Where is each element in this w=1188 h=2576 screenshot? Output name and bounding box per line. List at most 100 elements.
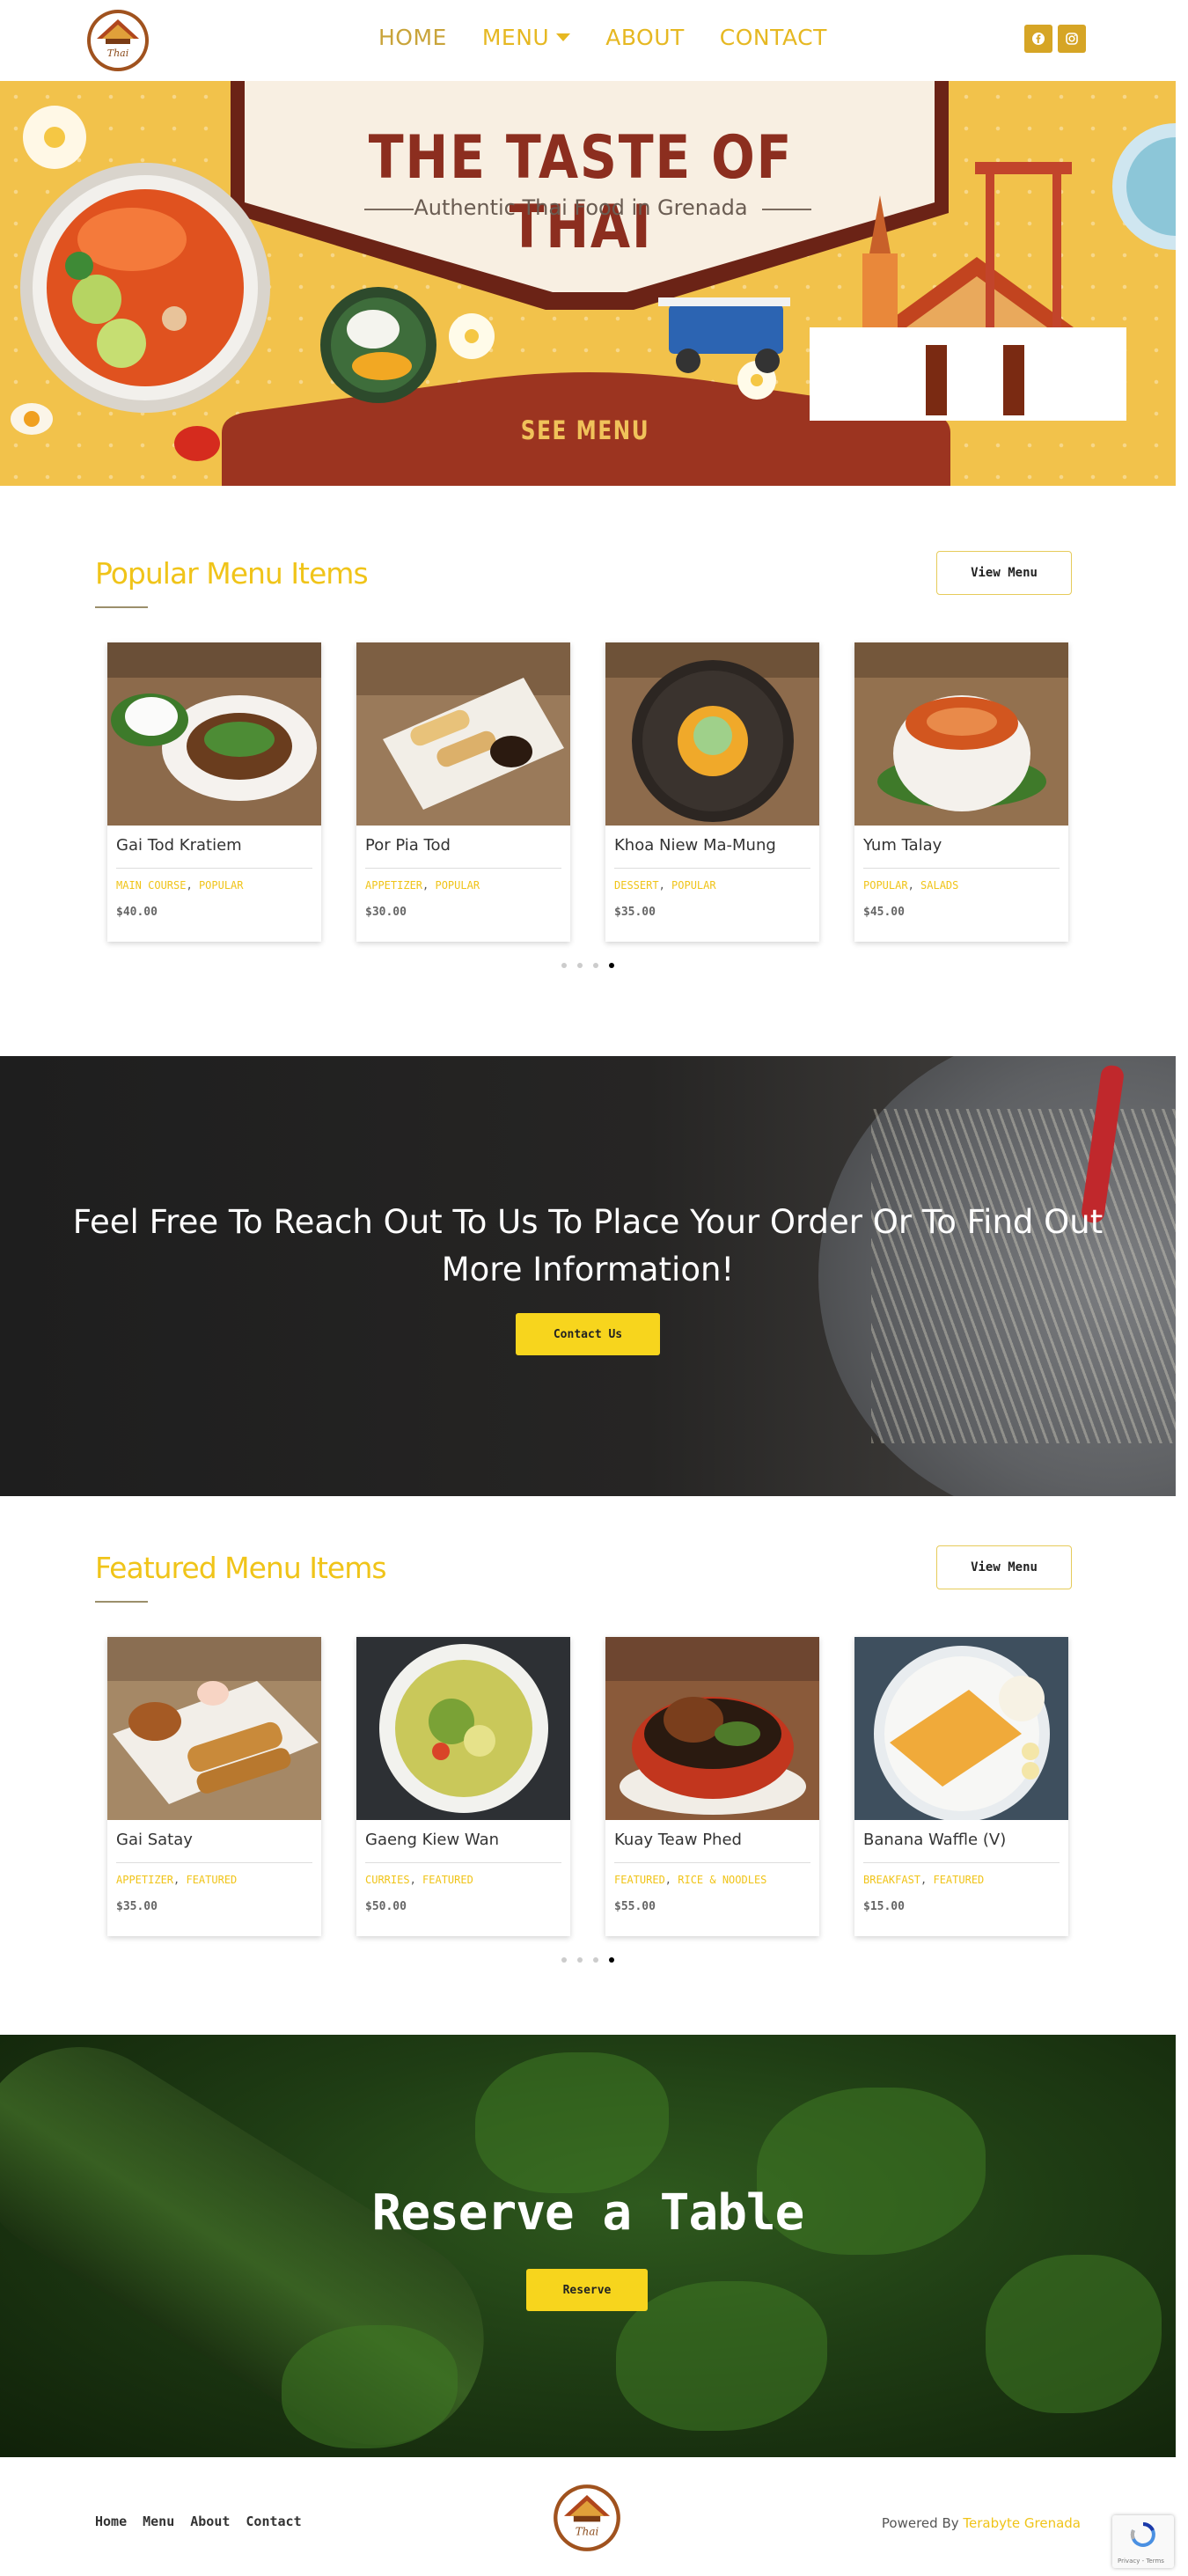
menu-card[interactable]: Banana Waffle (V) BREAKFAST, FEATURED $1… (854, 1637, 1068, 1936)
tag-link[interactable]: POPULAR (863, 879, 908, 892)
instagram-icon[interactable] (1058, 25, 1086, 53)
tag-link[interactable]: RICE & NOODLES (678, 1874, 766, 1886)
svg-text:Thai: Thai (107, 48, 129, 59)
tag-link[interactable]: MAIN COURSE (116, 879, 186, 892)
menu-item-name: Kuay Teaw Phed (614, 1831, 742, 1849)
menu-item-tags: BREAKFAST, FEATURED (863, 1874, 985, 1886)
nav-home[interactable]: HOME (378, 25, 447, 50)
featured-section-header: Featured Menu Items View Menu (95, 1545, 1072, 1603)
tag-link[interactable]: APPETIZER (116, 1874, 173, 1886)
carousel-dot[interactable] (577, 1957, 583, 1963)
carousel-dot[interactable] (561, 963, 567, 968)
carousel-dot-active[interactable] (609, 1957, 614, 1963)
background-leaf (986, 2255, 1162, 2413)
menu-item-price: $50.00 (365, 1900, 407, 1913)
menu-item-name: Yum Talay (863, 836, 942, 855)
tag-link[interactable]: POPULAR (435, 879, 480, 892)
background-leaf (475, 2052, 669, 2193)
menu-item-name: Gai Tod Kratiem (116, 836, 242, 855)
contact-banner-text: Feel Free To Reach Out To Us To Place Yo… (72, 1203, 1104, 1288)
tag-link[interactable]: FEATURED (186, 1874, 237, 1886)
menu-item-name: Banana Waffle (V) (863, 1831, 1007, 1849)
menu-item-price: $45.00 (863, 906, 905, 919)
menu-item-tags: APPETIZER, FEATURED (116, 1874, 238, 1886)
menu-item-tags: POPULAR, SALADS (863, 879, 959, 892)
carousel-dot[interactable] (577, 963, 583, 968)
section-divider (95, 606, 148, 608)
restaurant-logo[interactable]: Thai (86, 9, 150, 72)
menu-card[interactable]: Por Pia Tod APPETIZER, POPULAR $30.00 (356, 642, 570, 942)
menu-item-tags: MAIN COURSE, POPULAR (116, 879, 244, 892)
featured-section-title: Featured Menu Items (95, 1551, 387, 1585)
tag-link[interactable]: FEATURED (422, 1874, 473, 1886)
menu-card[interactable]: Gai Tod Kratiem MAIN COURSE, POPULAR $40… (107, 642, 321, 942)
menu-card[interactable]: Khoa Niew Ma-Mung DESSERT, POPULAR $35.0… (605, 642, 819, 942)
carousel-dot[interactable] (593, 1957, 598, 1963)
nav-contact[interactable]: CONTACT (720, 25, 827, 50)
main-nav: HOME MENU ABOUT CONTACT (378, 25, 827, 50)
recaptcha-badge[interactable]: Privacy - Terms (1112, 2515, 1174, 2568)
menu-item-image (356, 642, 570, 826)
menu-item-image (107, 642, 321, 826)
facebook-icon[interactable] (1024, 25, 1052, 53)
social-links (1024, 25, 1086, 53)
carousel-dot-active[interactable] (609, 963, 614, 968)
powered-by-label: Powered By (881, 2515, 959, 2531)
menu-item-price: $55.00 (614, 1900, 656, 1913)
recaptcha-icon (1130, 2521, 1155, 2547)
nav-menu[interactable]: MENU (481, 25, 571, 50)
hero-title: THE TASTE OF THAI (368, 123, 794, 262)
carousel-pagination (561, 1957, 614, 1963)
popular-section-title: Popular Menu Items (95, 556, 369, 591)
menu-card[interactable]: Gai Satay APPETIZER, FEATURED $35.00 (107, 1637, 321, 1936)
tag-link[interactable]: DESSERT (614, 879, 659, 892)
footer-link-contact[interactable]: Contact (246, 2514, 301, 2529)
tag-link[interactable]: FEATURED (614, 1874, 665, 1886)
menu-item-image (854, 642, 1068, 826)
footer-nav: Home Menu About Contact (95, 2514, 302, 2529)
tag-link[interactable]: SALADS (920, 879, 958, 892)
reserve-button[interactable]: Reserve (526, 2269, 648, 2311)
site-header: Thai HOME MENU ABOUT CONTACT (0, 0, 1176, 81)
tag-link[interactable]: BREAKFAST (863, 1874, 920, 1886)
powered-by-link[interactable]: Terabyte Grenada (963, 2515, 1081, 2531)
carousel-pagination (561, 963, 614, 968)
view-menu-button[interactable]: View Menu (936, 1545, 1072, 1589)
contact-us-button[interactable]: Contact Us (516, 1313, 660, 1355)
footer-link-menu[interactable]: Menu (143, 2514, 174, 2529)
menu-item-price: $40.00 (116, 906, 158, 919)
carousel-dot[interactable] (593, 963, 598, 968)
section-divider (95, 1601, 148, 1603)
menu-item-image (605, 1637, 819, 1820)
menu-item-image (854, 1637, 1068, 1820)
tag-link[interactable]: APPETIZER (365, 879, 422, 892)
menu-item-name: Por Pia Tod (365, 836, 451, 855)
menu-item-tags: DESSERT, POPULAR (614, 879, 716, 892)
nav-about[interactable]: ABOUT (605, 25, 685, 50)
recaptcha-terms[interactable]: Privacy - Terms (1118, 2558, 1164, 2565)
menu-item-tags: CURRIES, FEATURED (365, 1874, 473, 1886)
menu-item-price: $15.00 (863, 1900, 905, 1913)
nav-menu-label: MENU (481, 25, 550, 50)
menu-card[interactable]: Gaeng Kiew Wan CURRIES, FEATURED $50.00 (356, 1637, 570, 1936)
footer-link-about[interactable]: About (190, 2514, 230, 2529)
background-leaf (616, 2281, 827, 2431)
tag-link[interactable]: POPULAR (199, 879, 244, 892)
contact-banner: Feel Free To Reach Out To Us To Place Yo… (0, 1056, 1176, 1496)
view-menu-button[interactable]: View Menu (936, 551, 1072, 595)
footer-logo[interactable]: Thai (553, 2484, 621, 2552)
menu-item-price: $30.00 (365, 906, 407, 919)
see-menu-button[interactable]: SEE MENU (497, 415, 673, 445)
footer-link-home[interactable]: Home (95, 2514, 127, 2529)
background-leaf (282, 2325, 458, 2448)
menu-card[interactable]: Yum Talay POPULAR, SALADS $45.00 (854, 642, 1068, 942)
hero-subtitle: Authentic Thai Food in Grenada (414, 195, 748, 220)
carousel-dot[interactable] (561, 1957, 567, 1963)
menu-card[interactable]: Kuay Teaw Phed FEATURED, RICE & NOODLES … (605, 1637, 819, 1936)
tag-link[interactable]: FEATURED (933, 1874, 984, 1886)
svg-text:Thai: Thai (576, 2526, 599, 2538)
tag-link[interactable]: POPULAR (671, 879, 716, 892)
site-footer: Home Menu About Contact Thai Powered By … (0, 2457, 1176, 2576)
popular-carousel: Gai Tod Kratiem MAIN COURSE, POPULAR $40… (107, 642, 1068, 942)
tag-link[interactable]: CURRIES (365, 1874, 410, 1886)
